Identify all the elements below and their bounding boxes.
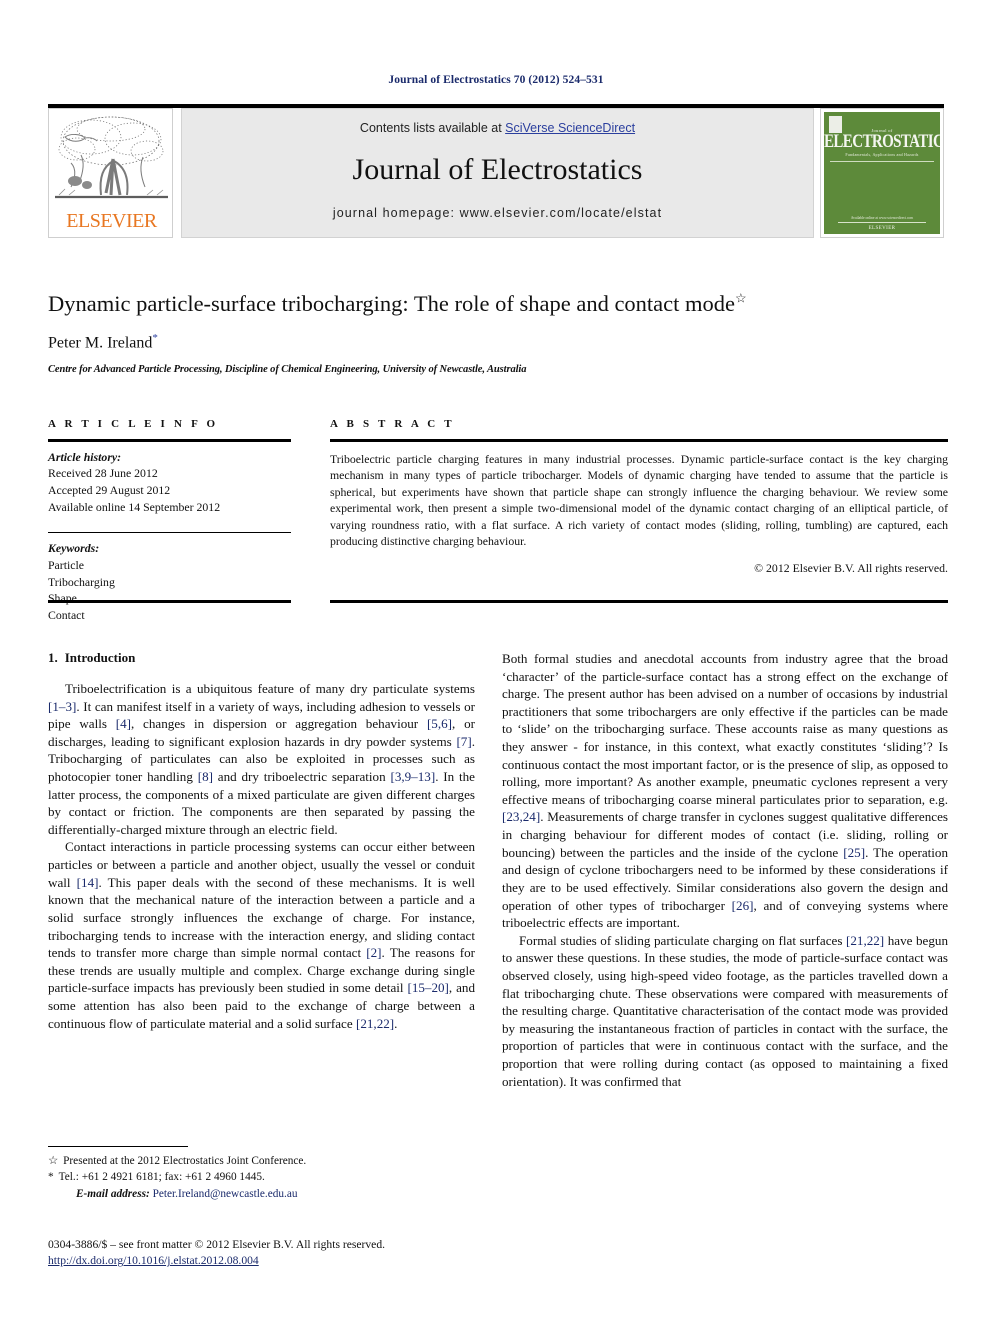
contents-available-line: Contents lists available at SciVerse Sci… xyxy=(182,121,813,135)
section-heading-introduction: 1. Introduction xyxy=(48,650,475,666)
body-column-left: 1. Introduction Triboelectrification is a… xyxy=(48,650,475,1032)
citation-link[interactable]: [2] xyxy=(366,945,381,960)
title-footnote-star-icon: ☆ xyxy=(735,290,747,306)
elsevier-wordmark: ELSEVIER xyxy=(66,210,157,232)
cover-foot-divider xyxy=(838,222,926,223)
history-accepted: Accepted 29 August 2012 xyxy=(48,483,171,497)
page-title: Dynamic particle-surface tribocharging: … xyxy=(48,290,948,317)
citation-link[interactable]: [26] xyxy=(732,898,754,913)
paragraph: Contact interactions in particle process… xyxy=(48,839,476,1031)
cover-divider xyxy=(830,161,934,162)
footnote-star-icon: ☆ xyxy=(48,1155,59,1167)
section-number: 1. xyxy=(48,650,58,665)
citation-link[interactable]: [8] xyxy=(198,769,213,784)
keyword-item: Tribocharging xyxy=(48,574,115,589)
article-info-column: A R T I C L E I N F O Article history: R… xyxy=(48,418,291,624)
cover-subtitle: Fundamentals, Applications and Hazards xyxy=(845,152,919,157)
footnote-block: ☆ Presented at the 2012 Electrostatics Jo… xyxy=(48,1153,478,1202)
cover-artwork: Journal of ELECTROSTATICS Fundamentals, … xyxy=(824,112,940,234)
citation-link[interactable]: [4] xyxy=(116,716,131,731)
article-info-heading: A R T I C L E I N F O xyxy=(48,418,219,430)
cover-title: ELECTROSTATICS xyxy=(824,131,940,152)
elsevier-logo: ELSEVIER xyxy=(48,108,173,238)
article-info-bottom-rule xyxy=(48,600,291,603)
keywords-label: Keywords: xyxy=(48,541,100,556)
citation-link[interactable]: [21,22] xyxy=(356,1016,394,1031)
footnote-contact: * Tel.: +61 2 4921 6181; fax: +61 2 4960 … xyxy=(48,1169,478,1185)
sciencedirect-link[interactable]: SciVerse ScienceDirect xyxy=(505,121,635,135)
citation-link[interactable]: [5,6] xyxy=(427,716,452,731)
footnote-email: E-mail address: Peter.Ireland@newcastle.… xyxy=(48,1186,478,1202)
article-title-text: Dynamic particle-surface tribocharging: … xyxy=(48,291,736,316)
author-name: Peter M. Ireland* xyxy=(48,332,948,352)
keyword-item: Particle xyxy=(48,557,85,572)
abstract-rule xyxy=(330,439,948,442)
corresponding-author-mark: * xyxy=(152,332,158,344)
paragraph: Formal studies of sliding particulate ch… xyxy=(502,932,948,1089)
imprint-line: 0304-3886/$ – see front matter © 2012 El… xyxy=(48,1238,386,1251)
journal-homepage-line[interactable]: journal homepage: www.elsevier.com/locat… xyxy=(182,206,813,220)
article-history-block: Article history: Received 28 June 2012 A… xyxy=(48,449,291,516)
citation-link[interactable]: [7] xyxy=(456,734,471,749)
citation-link[interactable]: [1–3] xyxy=(48,699,76,714)
citation-link[interactable]: [15–20] xyxy=(407,980,448,995)
cover-imprint: ELSEVIER xyxy=(868,226,896,231)
footnote-contact-text: Tel.: +61 2 4921 6181; fax: +61 2 4960 1… xyxy=(58,1171,265,1184)
running-head: Journal of Electrostatics 70 (2012) 524–… xyxy=(388,74,604,86)
history-received: Received 28 June 2012 xyxy=(48,466,158,481)
keyword-item: Shape xyxy=(48,591,77,606)
body-column-right: Both formal studies and anecdotal accoun… xyxy=(502,650,948,1090)
cover-footline: Available online at www.sciencedirect.co… xyxy=(850,216,914,220)
contents-prefix: Contents lists available at xyxy=(359,121,506,135)
article-history-label: Article history: xyxy=(48,449,122,464)
journal-cover-thumbnail[interactable]: Journal of ELECTROSTATICS Fundamentals, … xyxy=(820,108,944,238)
history-online: Available online 14 September 2012 xyxy=(48,499,221,514)
article-info-rule xyxy=(48,439,291,442)
keywords-top-rule xyxy=(48,531,291,534)
footnote-asterisk-icon: * xyxy=(48,1171,54,1184)
abstract-text: Triboelectric particle charging features… xyxy=(330,451,948,549)
section-title: Introduction xyxy=(64,650,136,665)
citation-link[interactable]: [23,24] xyxy=(502,809,540,824)
abstract-bottom-rule xyxy=(330,600,948,603)
abstract-column: A B S T R A C T Triboelectric particle c… xyxy=(330,418,948,576)
journal-title: Journal of Electrostatics xyxy=(352,153,643,186)
citation-link[interactable]: [14] xyxy=(77,875,99,890)
email-link[interactable]: Peter.Ireland@newcastle.edu.au xyxy=(153,1188,298,1200)
footnote-conference: ☆ Presented at the 2012 Electrostatics Jo… xyxy=(48,1153,478,1169)
citation-link[interactable]: [3,9–13] xyxy=(390,769,435,784)
paragraph: Triboelectrification is a ubiquitous fea… xyxy=(48,681,475,837)
citation-link[interactable]: [25] xyxy=(843,845,865,860)
imprint-block: 0304-3886/$ – see front matter © 2012 El… xyxy=(48,1237,508,1270)
footnote-divider xyxy=(48,1146,188,1148)
doi-link[interactable]: http://dx.doi.org/10.1016/j.elstat.2012.… xyxy=(48,1253,508,1269)
footnote-conference-text: Presented at the 2012 Electrostatics Joi… xyxy=(63,1155,307,1167)
keyword-item: Contact xyxy=(48,608,85,623)
abstract-heading: A B S T R A C T xyxy=(330,418,455,430)
journal-masthead: ELSEVIER Contents lists available at Sci… xyxy=(48,108,944,238)
email-label: E-mail address: xyxy=(76,1187,150,1200)
author-name-text: Peter M. Ireland xyxy=(48,334,153,352)
paragraph: Both formal studies and anecdotal accoun… xyxy=(502,651,949,931)
elsevier-tree-icon xyxy=(55,116,168,199)
keywords-block: Keywords: Particle Tribocharging Shape C… xyxy=(48,540,291,624)
journal-article-page: Journal of Electrostatics 70 (2012) 524–… xyxy=(0,0,992,1323)
masthead-banner: Contents lists available at SciVerse Sci… xyxy=(181,108,814,238)
citation-link[interactable]: [21,22] xyxy=(846,933,884,948)
abstract-copyright: © 2012 Elsevier B.V. All rights reserved… xyxy=(754,560,948,575)
author-affiliation: Centre for Advanced Particle Processing,… xyxy=(48,364,527,375)
